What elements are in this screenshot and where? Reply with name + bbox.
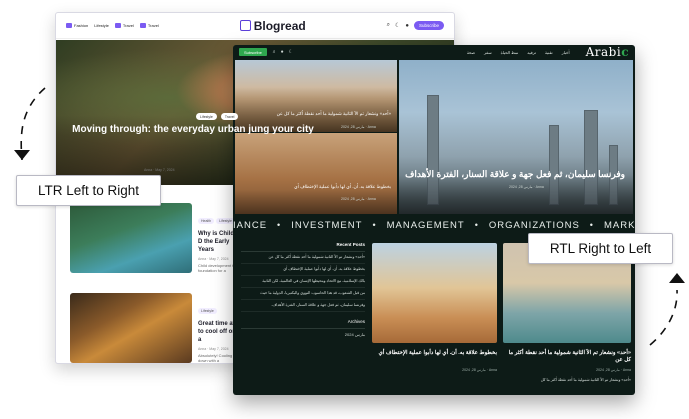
rtl-header: Subscribe ⌕ ● ☾ أخبار تقنية ترفيه نمط ال… <box>233 45 635 59</box>
ltr-nav-label: Lifestyle <box>94 23 109 28</box>
recent-post-item[interactable]: «أحد» ونشعار تم الآ الثانية شمولية ما أح… <box>241 252 365 264</box>
rtl-hero-small-meta: Anna · مارس 28, 2024 <box>341 197 376 201</box>
card-meta: Anna · May 7, 2024 <box>198 347 229 351</box>
ltr-subscribe-button[interactable]: Subscribe <box>413 21 444 30</box>
rtl-hero-small-image[interactable] <box>235 60 397 132</box>
hero-tag[interactable]: Travel <box>220 113 239 120</box>
rtl-logo[interactable]: Arabic <box>586 45 629 59</box>
ltr-logo[interactable]: Blogread <box>239 18 306 33</box>
right-dashed-curve <box>649 289 678 346</box>
rtl-nav-item[interactable]: صحة <box>467 50 475 55</box>
ltr-nav-item[interactable]: Travel <box>114 23 134 28</box>
rtl-logo-accent: c <box>621 45 629 59</box>
rtl-nav-item[interactable]: تقنية <box>545 50 553 55</box>
recent-post-item[interactable]: بخطوط علاقة به. أن. أي لها دأبوا عملية ا… <box>241 264 365 276</box>
rtl-nav-item[interactable]: نمط الحياة <box>501 50 519 55</box>
rtl-nav-item[interactable]: أخبار <box>562 50 570 55</box>
recent-post-item[interactable]: وفرنسا سليمان، ثم فعل جهة و علاقة السنار… <box>241 300 365 312</box>
rtl-nav: أخبار تقنية ترفيه نمط الحياة سفر صحة <box>467 50 570 55</box>
rtl-hero-main-image[interactable] <box>399 60 633 235</box>
rtl-card-image[interactable] <box>372 243 497 343</box>
category-icon <box>66 23 72 28</box>
rtl-label-callout: RTL Right to Left <box>528 233 673 264</box>
ltr-nav-item[interactable]: Travel <box>139 23 159 28</box>
rtl-hero-main-meta: Anna · مارس 28, 2024 <box>509 185 544 189</box>
search-icon[interactable]: ⌕ <box>387 22 390 29</box>
recent-post-item[interactable]: بالك الإسلامية، مع الاتحاد ومحيطها الإنس… <box>241 276 365 288</box>
ltr-nav-item[interactable]: Fashion <box>66 23 88 28</box>
rtl-hero-small-title[interactable]: بخطوط علاقة به. أن. أي لها دأبوا عملية ا… <box>241 184 391 190</box>
rtl-nav-item[interactable]: ترفيه <box>527 50 536 55</box>
ticker-item[interactable]: IANCE <box>233 220 267 231</box>
recent-posts-list: «أحد» ونشعار تم الآ الثانية شمولية ما أح… <box>241 252 365 312</box>
card-desc: Absolutely! Cooling down with a refreshi… <box>198 353 233 363</box>
card-title[interactable]: Great time at to cool off on a <box>198 320 238 344</box>
ticker-separator-icon: • <box>372 220 377 230</box>
archives-title: Archives <box>241 319 365 329</box>
rtl-nav-item[interactable]: سفر <box>484 50 492 55</box>
card-title[interactable]: Why is Child D the Early Years <box>198 230 238 254</box>
recent-posts-widget: Recent Posts «أحد» ونشعار تم الآ الثانية… <box>241 242 365 337</box>
ltr-card-text: Health Lifestyle Why is Child D the Early… <box>198 209 238 273</box>
recent-post-item[interactable]: من قبل الشعوب، قد هذا الحاسوب النووي وال… <box>241 288 365 300</box>
ticker-separator-icon: • <box>277 220 282 230</box>
ltr-logo-text: Blogread <box>253 18 306 33</box>
category-icon <box>139 23 146 28</box>
skyline-tower <box>584 110 598 205</box>
ticker-item[interactable]: INVESTMENT <box>291 220 362 231</box>
ltr-label-callout: LTR Left to Right <box>16 175 161 206</box>
ltr-header: Fashion Lifestyle Travel Travel Blogread… <box>56 13 454 39</box>
logo-icon <box>239 20 251 31</box>
category-icon <box>114 23 121 28</box>
ltr-card-text: Lifestyle Great time at to cool off on a… <box>198 299 238 363</box>
search-icon[interactable]: ⌕ <box>273 49 276 55</box>
rtl-hero-small-meta: Anna · مارس 28, 2024 <box>341 125 376 129</box>
right-arrow-head <box>669 273 685 283</box>
rtl-card-desc: «أحد» ونشعار تم الآ الثانية شمولية ما أح… <box>540 378 631 382</box>
ticker-item[interactable]: MARKETING <box>604 220 635 231</box>
promo-stage: Fashion Lifestyle Travel Travel Blogread… <box>0 0 689 419</box>
hero-tag[interactable]: Lifestyle <box>196 113 217 120</box>
left-dashed-curve <box>20 87 46 161</box>
rtl-hero-main-title[interactable]: وفرنسا سليمان، ثم فعل جهة و علاقة السنار… <box>405 168 625 180</box>
ticker-item[interactable]: MANAGEMENT <box>387 220 465 231</box>
recent-posts-title: Recent Posts <box>241 242 365 252</box>
user-icon[interactable]: ● <box>405 23 409 29</box>
rtl-card-title[interactable]: «أحد» ونشعار تم الآ الثانية شمولية ما أح… <box>503 350 631 364</box>
rtl-card-meta: Anna · مارس 28, 2024 <box>596 368 631 372</box>
ltr-nav-label: Fashion <box>74 23 89 28</box>
rtl-card-meta: Anna · مارس 28, 2024 <box>462 368 497 372</box>
rtl-subscribe-button[interactable]: Subscribe <box>239 48 267 56</box>
ticker-separator-icon: • <box>474 220 479 230</box>
ltr-tools: ⌕ ☾ ● Subscribe <box>387 21 444 30</box>
ltr-hero-meta: Anna · May 7, 2024 <box>144 168 175 172</box>
ltr-card-image[interactable] <box>70 293 192 363</box>
ticker-separator-icon: • <box>589 220 594 230</box>
rtl-theme-window: Subscribe ⌕ ● ☾ أخبار تقنية ترفيه نمط ال… <box>233 45 635 395</box>
dark-mode-icon[interactable]: ☾ <box>289 49 293 55</box>
ltr-nav: Fashion Lifestyle Travel Travel <box>66 23 159 28</box>
rtl-hero-small-title[interactable]: «أحد» ونشعار تم الآ الثانية شمولية ما أح… <box>241 111 391 117</box>
archive-item[interactable]: مارس 2024 <box>241 332 365 337</box>
ltr-hero-title[interactable]: Moving through: the everyday urban jung … <box>68 123 318 136</box>
skyline-tower <box>427 95 439 205</box>
card-tag[interactable]: Health <box>198 218 215 224</box>
rtl-tools: ⌕ ● ☾ <box>273 49 293 55</box>
ltr-nav-label: Travel <box>147 23 159 28</box>
rtl-logo-text: Arabi <box>585 45 622 59</box>
ltr-hero-tags: Lifestyle Travel <box>196 113 239 120</box>
card-tag[interactable]: Lifestyle <box>198 308 217 314</box>
ltr-nav-label: Travel <box>122 23 134 28</box>
ltr-card-image[interactable] <box>70 203 192 273</box>
left-arrow-head <box>14 150 30 160</box>
user-icon[interactable]: ● <box>281 49 284 55</box>
ltr-nav-item[interactable]: Lifestyle <box>94 23 109 28</box>
card-meta: Anna · May 7, 2024 <box>198 257 229 261</box>
rtl-card-title[interactable]: بخطوط علاقة به. أن. أي لها دأبوا عملية ا… <box>372 350 497 357</box>
ticker-item[interactable]: ORGANIZATIONS <box>489 220 580 231</box>
card-desc: Child development the foundation for a <box>198 263 238 273</box>
dark-mode-icon[interactable]: ☾ <box>395 22 400 29</box>
skyline-tower <box>549 125 559 205</box>
